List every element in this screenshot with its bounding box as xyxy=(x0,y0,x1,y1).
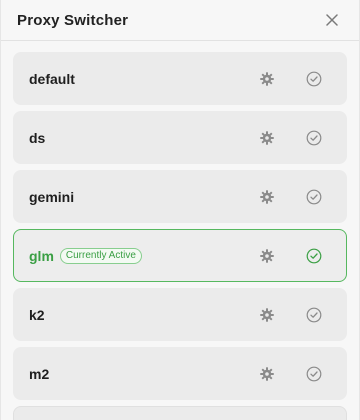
proxy-row-ds[interactable]: ds xyxy=(13,111,347,164)
settings-button[interactable] xyxy=(259,248,275,264)
proxy-row-k2[interactable]: k2 xyxy=(13,288,347,341)
select-proxy-button[interactable] xyxy=(306,71,322,87)
settings-button[interactable] xyxy=(259,189,275,205)
gear-icon xyxy=(260,366,274,381)
footer-panel-edge xyxy=(13,406,347,420)
proxy-name: default xyxy=(29,70,75,87)
check-circle-icon xyxy=(306,71,322,86)
gear-icon xyxy=(260,248,274,263)
select-proxy-button[interactable] xyxy=(306,189,322,205)
settings-button[interactable] xyxy=(259,71,275,87)
close-button[interactable] xyxy=(322,10,342,30)
proxy-row-m2[interactable]: m2 xyxy=(13,347,347,400)
select-proxy-button[interactable] xyxy=(306,366,322,382)
select-proxy-button[interactable] xyxy=(306,130,322,146)
proxy-row-default[interactable]: default xyxy=(13,52,347,105)
window-title: Proxy Switcher xyxy=(17,11,129,29)
select-proxy-button[interactable] xyxy=(306,248,322,264)
settings-button[interactable] xyxy=(259,307,275,323)
proxy-list: default ds gemini glm Currently Active k… xyxy=(1,41,359,420)
proxy-name: m2 xyxy=(29,365,50,382)
proxy-switcher-window: Proxy Switcher default ds gemini glm Cur… xyxy=(0,0,360,420)
active-badge: Currently Active xyxy=(59,247,142,264)
gear-icon xyxy=(260,189,274,204)
check-circle-icon xyxy=(306,307,322,322)
gear-icon xyxy=(260,71,274,86)
proxy-name: glm xyxy=(29,247,54,264)
check-circle-icon xyxy=(306,366,322,381)
proxy-row-glm[interactable]: glm Currently Active xyxy=(13,229,347,282)
gear-icon xyxy=(260,307,274,322)
check-circle-icon xyxy=(306,248,322,263)
select-proxy-button[interactable] xyxy=(306,307,322,323)
settings-button[interactable] xyxy=(259,366,275,382)
gear-icon xyxy=(260,130,274,145)
window-header: Proxy Switcher xyxy=(1,0,359,41)
proxy-name: ds xyxy=(29,129,46,146)
check-circle-icon xyxy=(306,130,322,145)
settings-button[interactable] xyxy=(259,130,275,146)
proxy-row-gemini[interactable]: gemini xyxy=(13,170,347,223)
proxy-name: k2 xyxy=(29,306,45,323)
close-icon xyxy=(326,14,338,26)
proxy-name: gemini xyxy=(29,188,75,205)
check-circle-icon xyxy=(306,189,322,204)
